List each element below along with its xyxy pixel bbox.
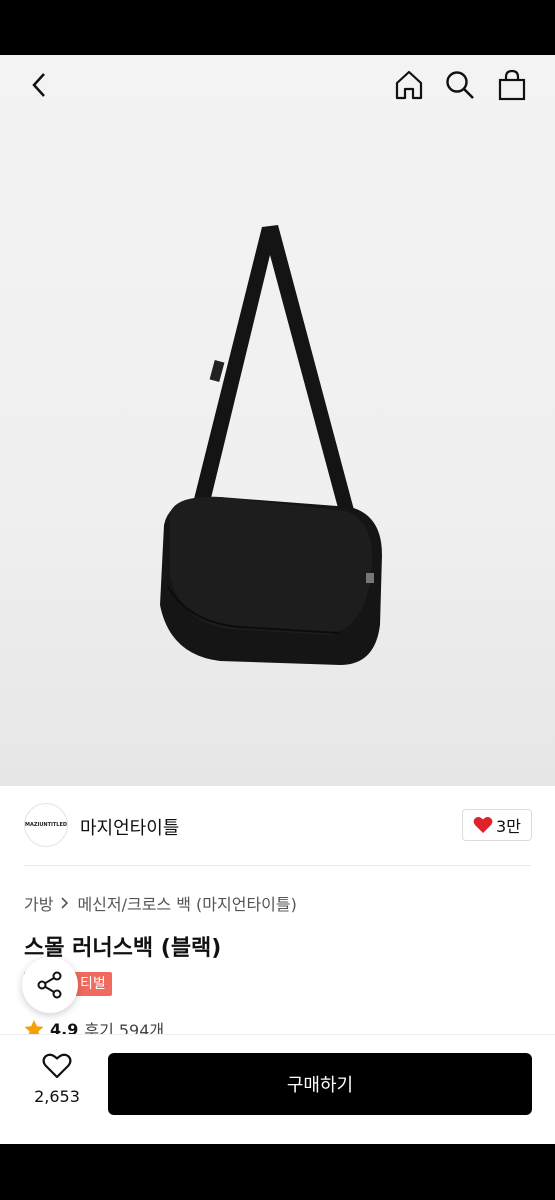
brand-like-button[interactable]: 3만 [462,809,532,841]
brand-name[interactable]: 마지언타이틀 [80,814,179,840]
system-navigation-bar [0,1144,555,1200]
status-bar [0,0,555,55]
breadcrumb-category[interactable]: 가방 [24,891,53,915]
bag-illustration [160,225,382,665]
product-image[interactable] [0,55,555,786]
buy-button[interactable]: 구매하기 [108,1053,532,1115]
heart-filled-icon [473,817,493,833]
bottom-action-bar: 2,653 구매하기 [0,1034,555,1144]
search-icon[interactable] [442,67,478,103]
share-button[interactable] [22,957,78,1013]
chevron-left-icon[interactable] [22,67,58,103]
share-icon [37,971,62,999]
wish-count: 2,653 [34,1087,80,1106]
brand-logo[interactable]: MAZIUNTITLED [24,803,68,847]
product-screen: MAZIUNTITLED 마지언타이틀 3만 가방 메신저/크로스 백 (마지언… [0,55,555,1144]
breadcrumb: 가방 메신저/크로스 백 (마지언타이틀) [24,891,297,915]
brand-row[interactable]: MAZIUNTITLED 마지언타이틀 3만 [0,800,555,866]
home-icon[interactable] [391,67,427,103]
top-bar [0,55,555,115]
wish-button[interactable]: 2,653 [28,1053,86,1106]
divider [24,865,531,866]
breadcrumb-subcategory[interactable]: 메신저/크로스 백 (마지언타이틀) [77,891,296,915]
heart-outline-icon [42,1053,72,1079]
shopping-bag-icon[interactable] [494,67,530,103]
brand-like-count: 3만 [496,817,521,836]
chevron-right-icon [61,897,69,909]
